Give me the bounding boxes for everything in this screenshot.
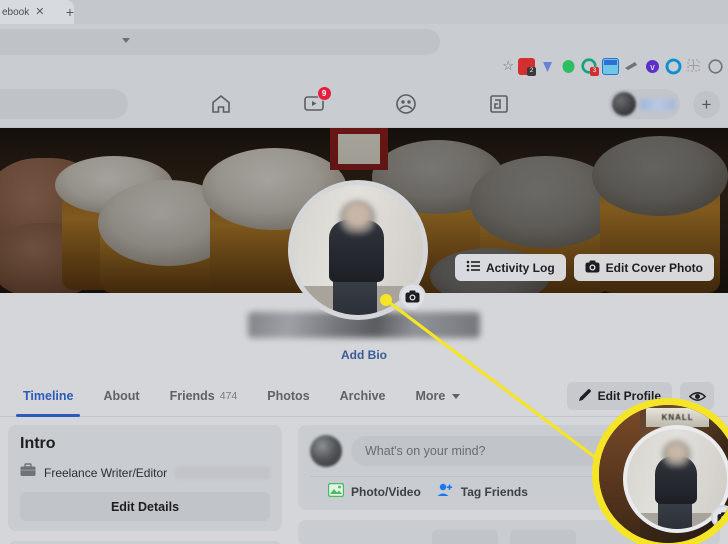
puzzle-extension-icon[interactable] bbox=[686, 58, 703, 75]
avatar bbox=[612, 92, 636, 116]
tab-label: More bbox=[415, 389, 446, 403]
grammarly-extension-icon[interactable]: 3 bbox=[581, 57, 599, 76]
camera-icon bbox=[585, 260, 600, 276]
evernote-extension-icon[interactable] bbox=[560, 58, 577, 75]
extension-toolbar: ☆ 2 3 v bbox=[502, 52, 724, 80]
tag-friends-icon bbox=[437, 483, 454, 500]
intro-title: Intro bbox=[20, 435, 56, 452]
watch-video-icon[interactable]: 9 bbox=[297, 86, 332, 121]
tab-label: About bbox=[103, 389, 140, 403]
tab-timeline[interactable]: Timeline bbox=[8, 375, 88, 417]
browser-tab-strip: ebook ✕ + bbox=[0, 0, 728, 24]
home-icon[interactable] bbox=[204, 87, 238, 121]
tab-label: Photos bbox=[267, 389, 310, 403]
list-icon bbox=[466, 260, 480, 275]
watch-badge: 9 bbox=[316, 86, 332, 101]
lastpass-extension-icon[interactable]: 2 bbox=[518, 57, 536, 76]
browser-tab-title: ebook bbox=[2, 6, 30, 18]
cover-photo-actions: Activity Log Edit Cover Photo bbox=[454, 254, 714, 281]
zoom-callout-circle: KNALL bbox=[592, 398, 728, 544]
plus-icon[interactable]: + bbox=[693, 91, 720, 118]
activity-log-label: Activity Log bbox=[485, 260, 555, 275]
tab-label: Timeline bbox=[23, 389, 74, 403]
vivaldi-extension-icon[interactable]: v bbox=[644, 58, 661, 75]
profile-menu-chip[interactable] bbox=[608, 89, 680, 119]
clipboard-extension-icon[interactable] bbox=[602, 57, 619, 75]
tab-more[interactable]: More bbox=[401, 375, 476, 417]
activity-log-button[interactable]: Activity Log bbox=[454, 254, 566, 281]
photo-video-label: Photo/Video bbox=[351, 484, 421, 499]
screenshot-root: ebook ✕ + ok.com ☆ 2 3 bbox=[0, 0, 728, 544]
intro-redacted-field bbox=[175, 466, 270, 479]
add-bio-link[interactable]: Add Bio bbox=[341, 348, 387, 362]
intro-work-row: Freelance Writer/Editor bbox=[20, 463, 270, 482]
camera-icon[interactable] bbox=[711, 505, 728, 529]
photo-video-button[interactable]: Photo/Video bbox=[327, 482, 421, 500]
friends-count: 474 bbox=[219, 390, 238, 402]
search-input[interactable]: ook bbox=[0, 89, 128, 119]
honey-extension-icon[interactable] bbox=[539, 58, 556, 75]
placeholder-chip bbox=[510, 530, 576, 544]
profile-extension-icon[interactable] bbox=[707, 58, 724, 75]
composer-placeholder: What's on your mind? bbox=[365, 444, 486, 458]
tab-photos[interactable]: Photos bbox=[252, 375, 324, 417]
intro-card: Intro Freelance Writer/Editor Edit Detai… bbox=[8, 425, 282, 531]
tab-label: Friends bbox=[169, 389, 215, 403]
tag-friends-label: Tag Friends bbox=[460, 484, 528, 499]
tag-friends-button[interactable]: Tag Friends bbox=[437, 483, 528, 500]
profile-tabs: Timeline About Friends 474 Photos Archiv… bbox=[8, 375, 475, 417]
camera-icon[interactable] bbox=[399, 283, 426, 310]
profile-picture[interactable] bbox=[288, 180, 428, 320]
outlook-extension-icon[interactable] bbox=[665, 58, 682, 75]
facebook-top-nav: ook 9 + bbox=[0, 80, 728, 128]
edit-cover-photo-label: Edit Cover Photo bbox=[605, 260, 703, 275]
tab-label: Archive bbox=[339, 389, 386, 403]
chevron-down-icon bbox=[452, 393, 461, 399]
pocket-extension-icon[interactable] bbox=[623, 58, 640, 75]
address-bar[interactable]: ok.com bbox=[0, 29, 440, 55]
tab-about[interactable]: About bbox=[88, 375, 154, 417]
close-icon[interactable]: ✕ bbox=[35, 6, 44, 18]
intro-work-text: Freelance Writer/Editor bbox=[44, 465, 168, 480]
star-icon[interactable]: ☆ bbox=[502, 58, 514, 74]
browser-toolbar: ok.com ☆ 2 3 bbox=[0, 24, 728, 76]
profile-name-redacted bbox=[640, 98, 676, 110]
nav-icon-group: 9 bbox=[180, 80, 540, 128]
callout-content: KNALL bbox=[599, 405, 728, 543]
tab-friends[interactable]: Friends 474 bbox=[155, 375, 253, 417]
placeholder-chip bbox=[432, 530, 498, 544]
edit-details-button[interactable]: Edit Details bbox=[20, 492, 270, 521]
briefcase-icon bbox=[20, 463, 36, 482]
plus-icon[interactable]: + bbox=[60, 3, 80, 21]
photo-icon bbox=[327, 482, 345, 500]
pencil-icon bbox=[578, 388, 592, 405]
chevron-down-icon bbox=[122, 38, 130, 43]
edit-cover-photo-button[interactable]: Edit Cover Photo bbox=[573, 254, 714, 281]
left-column: Intro Freelance Writer/Editor Edit Detai… bbox=[8, 425, 282, 544]
tab-archive[interactable]: Archive bbox=[325, 375, 401, 417]
svg-text:v: v bbox=[650, 62, 655, 72]
avatar bbox=[310, 435, 342, 467]
gaming-icon[interactable] bbox=[482, 87, 516, 121]
groups-icon[interactable] bbox=[389, 87, 423, 121]
